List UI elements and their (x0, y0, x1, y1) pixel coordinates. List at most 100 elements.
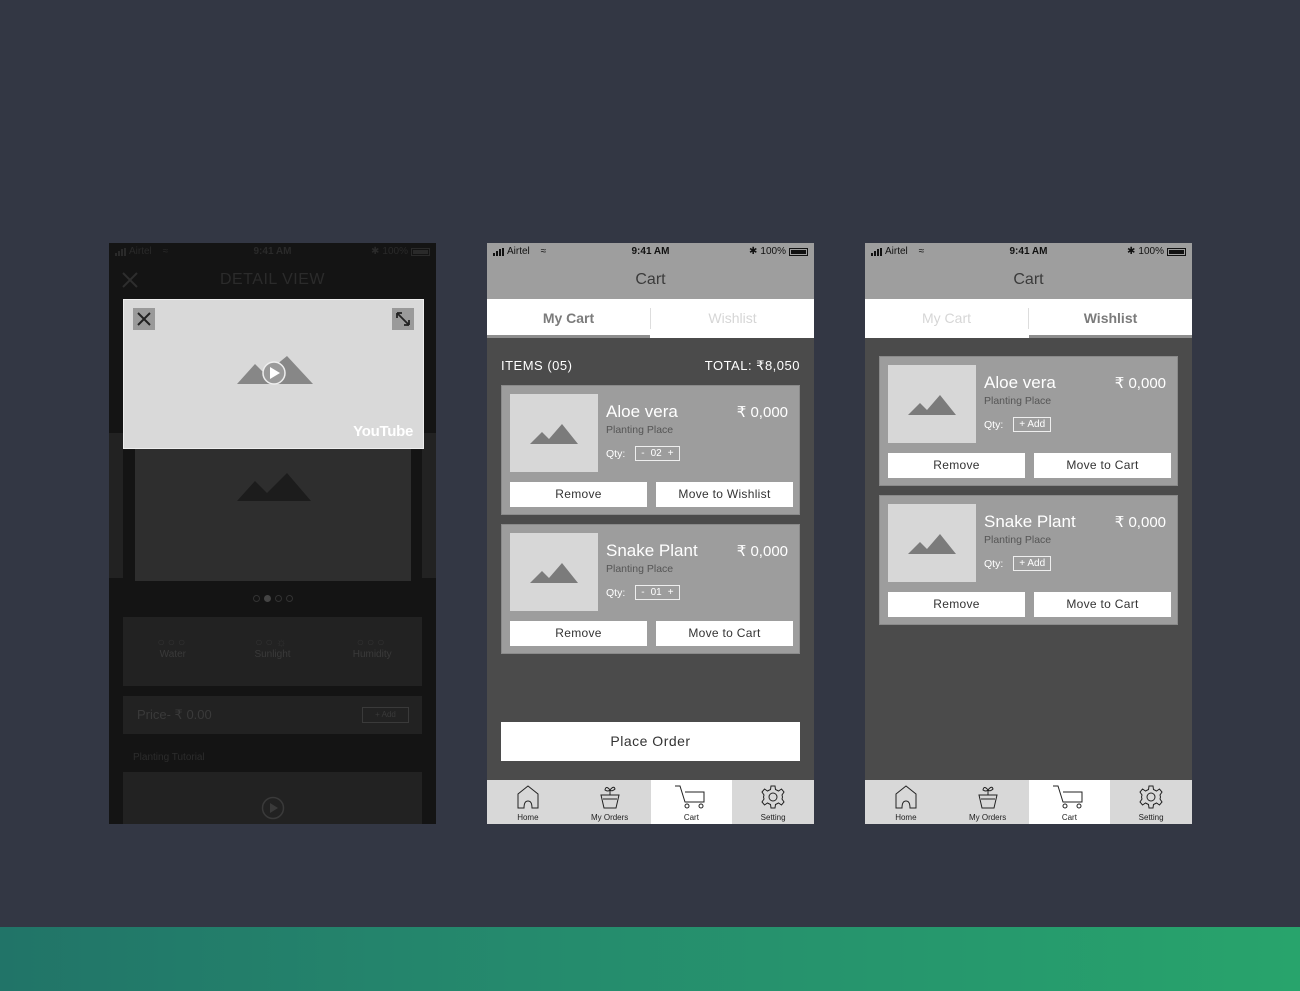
page-title: DETAIL VIEW (219, 271, 326, 288)
plant-pot-icon (977, 786, 998, 809)
tab-wishlist[interactable]: Wishlist (651, 299, 814, 338)
image-placeholder-icon (530, 424, 578, 444)
status-bar: Airtel ≈ 9:41 AM ✱ 100% (865, 243, 1192, 261)
bluetooth-icon: ✱ (371, 246, 380, 257)
battery-label: 100% (760, 246, 786, 257)
tab-wishlist[interactable]: Wishlist (1029, 299, 1192, 338)
price-label: Price- ₹ 0.00 (137, 707, 212, 722)
bluetooth-icon: ✱ (1127, 246, 1136, 257)
image-placeholder-icon (530, 563, 578, 583)
move-to-cart-button[interactable]: Move to Cart (1034, 453, 1171, 478)
product-name: Aloe vera (984, 373, 1056, 392)
tab-my-cart[interactable]: My Cart (487, 299, 650, 338)
cart-item: Aloe vera ₹ 0,000 Planting Place Qty: -0… (501, 385, 800, 515)
battery-label: 100% (1138, 246, 1164, 257)
wishlist-item: Snake Plant ₹ 0,000 Planting Place Qty: … (879, 495, 1178, 625)
product-place: Planting Place (984, 534, 1052, 546)
carousel-slide[interactable] (135, 433, 411, 581)
nav-home[interactable]: Home (865, 780, 947, 824)
expand-icon (396, 312, 410, 326)
wishlist-screen: Airtel ≈ 9:41 AM ✱ 100% Cart My Cart Wishl… (865, 243, 1192, 824)
page-title: Cart (635, 271, 666, 288)
care-panel: ○○○ Water ○○☼ Sunlight ○○○ Humidity (123, 617, 422, 686)
care-humidity: ○○○ Humidity (322, 617, 422, 686)
nav-setting[interactable]: Setting (1110, 780, 1192, 824)
image-placeholder-icon (237, 473, 311, 501)
humidity-icon: ○○○ (356, 635, 388, 649)
quantity-row: Qty: + Add (984, 556, 1052, 571)
cart-icon (675, 785, 705, 809)
close-icon (137, 312, 151, 326)
video-popup[interactable]: YouTube (123, 299, 424, 449)
battery-icon (789, 247, 808, 256)
home-icon (895, 785, 917, 809)
product-price: ₹ 0,000 (1114, 514, 1166, 531)
home-icon (517, 785, 539, 809)
move-to-cart-button[interactable]: Move to Cart (656, 621, 793, 646)
add-button[interactable]: + Add (362, 707, 409, 723)
increment-button[interactable]: + (668, 587, 674, 598)
product-image (510, 533, 598, 611)
decrement-button[interactable]: - (641, 587, 644, 598)
carousel-dots[interactable] (109, 595, 436, 602)
bottom-nav: Home My Orders Cart Setting (487, 780, 814, 824)
increment-button[interactable]: + (668, 448, 674, 459)
quantity-stepper[interactable]: -02 + (635, 446, 680, 461)
nav-setting[interactable]: Setting (732, 780, 814, 824)
status-bar: Airtel ≈ 9:41 AM ✱ 100% (109, 243, 436, 261)
sun-icon: ○○☼ (255, 635, 290, 649)
image-placeholder-icon (908, 534, 956, 554)
plant-pot-icon (599, 786, 620, 809)
remove-button[interactable]: Remove (510, 621, 647, 646)
items-count: ITEMS (05) (501, 358, 573, 373)
remove-button[interactable]: Remove (510, 482, 647, 507)
quantity-value: 01 (650, 587, 662, 598)
quantity-stepper[interactable]: -01 + (635, 585, 680, 600)
tab-bar: My Cart Wishlist (865, 299, 1192, 338)
product-price: ₹ 0,000 (736, 543, 788, 560)
product-image (888, 504, 976, 582)
wishlist-item: Aloe vera ₹ 0,000 Planting Place Qty: + … (879, 356, 1178, 486)
video-expand-button[interactable] (392, 308, 414, 330)
care-sunlight: ○○☼ Sunlight (223, 617, 323, 686)
nav-my-orders[interactable]: My Orders (569, 780, 651, 824)
product-name: Aloe vera (606, 402, 678, 421)
video-close-button[interactable] (133, 308, 155, 330)
decrement-button[interactable]: - (641, 448, 644, 459)
status-bar: Airtel ≈ 9:41 AM ✱ 100% (487, 243, 814, 261)
remove-button[interactable]: Remove (888, 592, 1025, 617)
play-icon[interactable] (261, 796, 285, 820)
add-quantity-button[interactable]: + Add (1013, 417, 1052, 432)
gear-icon (1139, 785, 1163, 809)
product-name: Snake Plant (606, 541, 698, 560)
remove-button[interactable]: Remove (888, 453, 1025, 478)
nav-cart[interactable]: Cart (1028, 780, 1111, 824)
video-thumbnail-icon (237, 356, 313, 385)
add-quantity-button[interactable]: + Add (1013, 556, 1052, 571)
carousel-prev-peek (109, 433, 123, 578)
move-to-cart-button[interactable]: Move to Cart (1034, 592, 1171, 617)
product-place: Planting Place (606, 424, 674, 436)
quantity-value: 02 (650, 448, 662, 459)
carousel-next-peek (422, 433, 436, 578)
youtube-logo: YouTube (353, 423, 413, 440)
price-panel: Price- ₹ 0.00 + Add (123, 696, 422, 734)
nav-home[interactable]: Home (487, 780, 569, 824)
product-place: Planting Place (984, 395, 1052, 407)
nav-cart[interactable]: Cart (650, 780, 733, 824)
battery-icon (1167, 247, 1186, 256)
tutorial-video[interactable] (123, 772, 422, 824)
bottom-nav: Home My Orders Cart Setting (865, 780, 1192, 824)
battery-icon (411, 247, 430, 256)
nav-my-orders[interactable]: My Orders (947, 780, 1029, 824)
tab-my-cart[interactable]: My Cart (865, 299, 1028, 338)
place-order-button[interactable]: Place Order (501, 722, 800, 761)
product-image (510, 394, 598, 472)
product-place: Planting Place (606, 563, 674, 575)
cart-item: Snake Plant ₹ 0,000 Planting Place Qty: … (501, 524, 800, 654)
bluetooth-icon: ✱ (749, 246, 758, 257)
move-to-wishlist-button[interactable]: Move to Wishlist (656, 482, 793, 507)
battery-label: 100% (382, 246, 408, 257)
cart-screen: Airtel ≈ 9:41 AM ✱ 100% Cart My Cart Wishl… (487, 243, 814, 824)
water-drop-icon: ○○○ (157, 635, 189, 649)
